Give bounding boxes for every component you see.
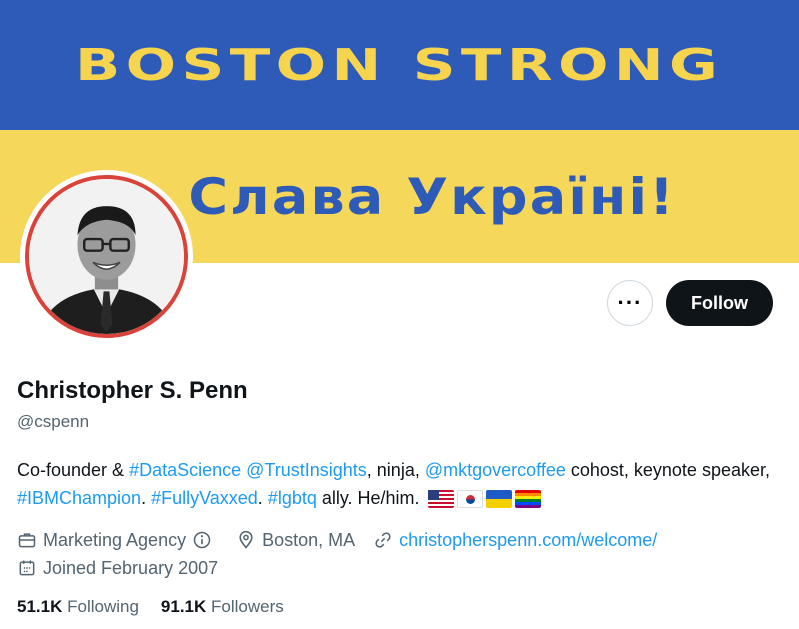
profile-bio: Co-founder & #DataScience @TrustInsights…: [17, 456, 777, 512]
website-link[interactable]: christopherspenn.com/welcome/: [399, 530, 657, 551]
rainbow-flag-icon: [514, 490, 541, 509]
more-options-button[interactable]: ···: [607, 280, 653, 326]
profile-website: christopherspenn.com/welcome/: [373, 530, 657, 551]
followers-stat[interactable]: 91.1K Followers: [161, 597, 284, 617]
following-count: 51.1K: [17, 597, 63, 616]
followers-label: Followers: [211, 597, 284, 616]
profile-meta: Marketing Agency Boston, MA christophers…: [17, 526, 797, 582]
category-label: Marketing Agency: [43, 529, 187, 550]
bio-text: , ninja,: [366, 460, 425, 480]
profile-location: Boston, MA: [236, 530, 355, 551]
following-stat[interactable]: 51.1K Following: [17, 597, 139, 617]
info-icon[interactable]: [192, 530, 212, 550]
banner-top-band: BOSTON STRONG: [0, 0, 799, 130]
bio-text: .: [141, 488, 152, 508]
bio-text: ally. He/him.: [316, 488, 420, 508]
hashtag-link[interactable]: #FullyVaxxed: [151, 488, 258, 508]
following-label: Following: [67, 597, 139, 616]
mention-link[interactable]: @TrustInsights: [246, 460, 367, 480]
mention-link[interactable]: @mktgovercoffee: [425, 460, 566, 480]
hashtag-link[interactable]: #IBMChampion: [17, 488, 141, 508]
bio-text: Co-founder &: [17, 460, 130, 480]
more-dots-icon: ···: [617, 290, 643, 315]
us-flag-icon: [427, 490, 454, 509]
calendar-icon: [19, 560, 35, 576]
avatar[interactable]: [20, 170, 193, 343]
profile-category: Marketing Agency: [17, 530, 218, 551]
follow-button[interactable]: Follow: [666, 280, 773, 326]
location-pin-icon: [239, 530, 253, 549]
avatar-photo: [25, 175, 188, 338]
link-icon: [375, 532, 391, 548]
profile-stats: 51.1K Following 91.1K Followers: [17, 597, 306, 617]
briefcase-icon: [18, 533, 36, 548]
hashtag-link[interactable]: #lgbtq: [268, 488, 317, 508]
joined-label: Joined February 2007: [43, 557, 219, 578]
banner-line2: Слава Україні!: [188, 167, 676, 226]
hashtag-link[interactable]: #DataScience: [129, 460, 241, 480]
korea-flag-icon: [456, 490, 483, 509]
ukraine-flag-icon: [485, 490, 512, 509]
person-portrait-icon: [29, 179, 184, 334]
bio-text: cohost, keynote speaker,: [565, 460, 770, 480]
followers-count: 91.1K: [160, 597, 207, 616]
profile-handle: @cspenn: [17, 412, 90, 431]
bio-text: .: [257, 488, 268, 508]
banner-line1: BOSTON STRONG: [75, 39, 724, 91]
profile-name: Christopher S. Penn: [17, 377, 248, 404]
profile-joined: Joined February 2007: [17, 558, 218, 579]
location-label: Boston, MA: [262, 529, 356, 550]
